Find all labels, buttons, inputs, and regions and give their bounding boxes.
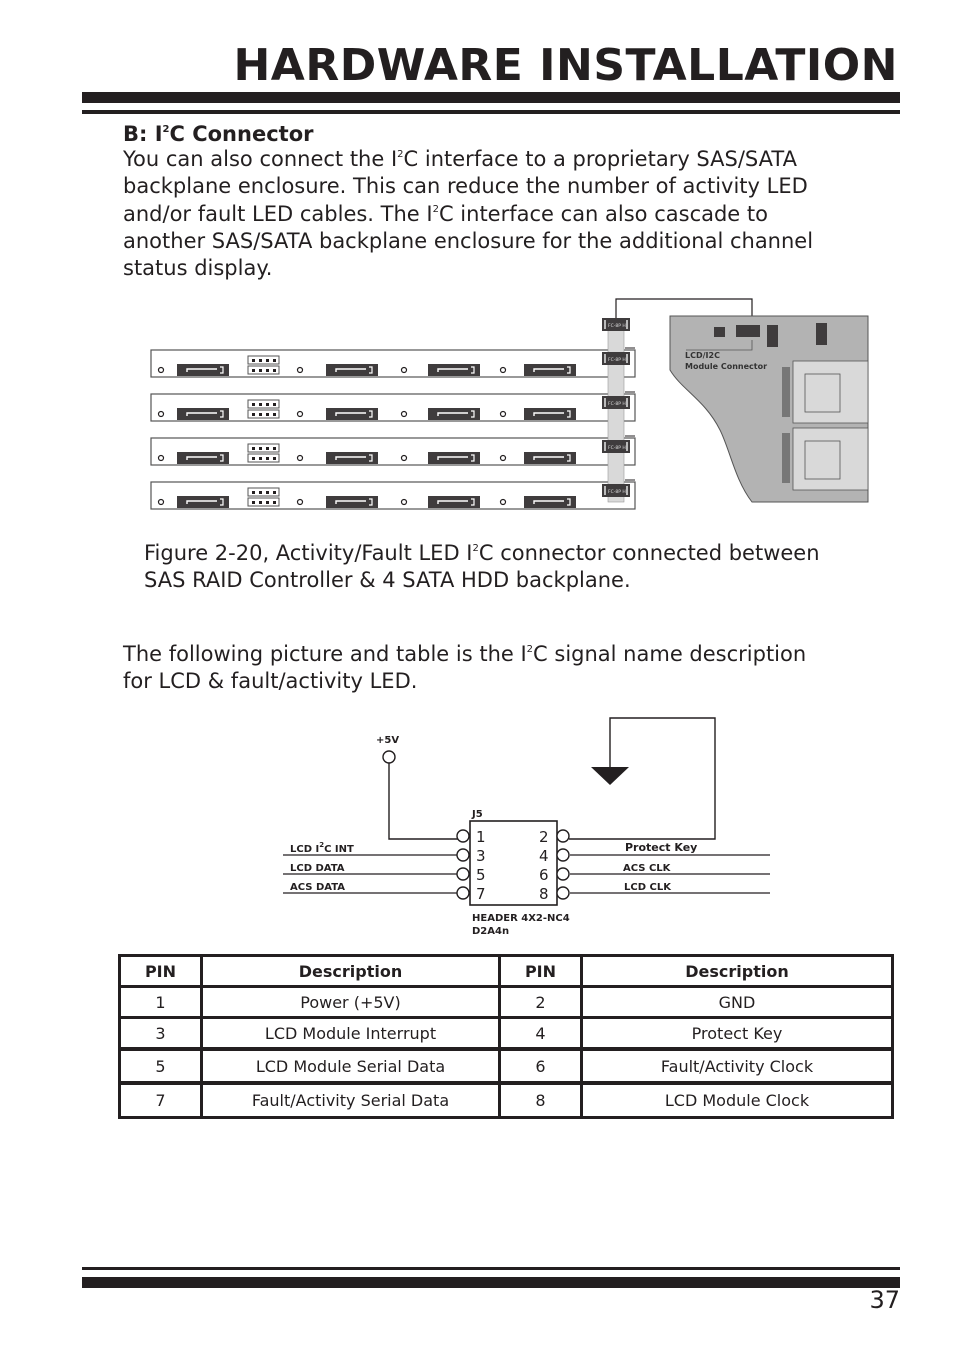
footer-rule-thick (82, 1277, 900, 1288)
signal-lcd-clk: LCD CLK (624, 882, 672, 893)
power-label: +5V (376, 735, 399, 746)
ground-symbol (591, 767, 629, 785)
pin-number-left: 7 (476, 885, 486, 903)
part-code: D2A4n (472, 926, 509, 937)
pin-number-left: 1 (476, 828, 486, 846)
header-pin: PIN (118, 954, 203, 988)
table-row: 1 Power (+5V) 2 GND (118, 985, 894, 1019)
part-name: HEADER 4X2-NC4 (472, 913, 570, 924)
signal-lcd-i2c-int: LCD I2C INT (290, 841, 354, 855)
table-header-row: PIN Description PIN Description (118, 954, 894, 988)
header-description: Description (580, 954, 894, 988)
pin-number-right: 8 (539, 885, 549, 903)
pin-terminal-right (556, 886, 570, 900)
power-wire (388, 763, 463, 840)
header-pin: PIN (498, 954, 583, 988)
pin-terminal-right (556, 848, 570, 862)
pin-terminal-right (556, 829, 570, 843)
footer-rule-thin (82, 1267, 900, 1270)
signal-protect-key: Protect Key (625, 841, 697, 854)
pin-description-table: PIN Description PIN Description 1 Power (… (118, 954, 894, 1119)
signal-acs-clk: ACS CLK (623, 863, 672, 874)
table-row: 3 LCD Module Interrupt 4 Protect Key (118, 1016, 894, 1051)
signal-lcd-data: LCD DATA (290, 863, 345, 874)
pin-terminal-left (456, 886, 470, 900)
j5-schematic: +5V J5 1 2 3 4 5 6 7 8 LCD I2C INT LCD DATA ACS… (283, 717, 770, 937)
pin-terminal-left (456, 867, 470, 881)
table-row: 7 Fault/Activity Serial Data 8 LCD Module … (118, 1081, 894, 1119)
pin-number-right: 2 (539, 828, 549, 846)
ref-designator: J5 (471, 809, 483, 820)
pin-terminal-left (456, 848, 470, 862)
power-terminal (382, 750, 396, 764)
pin-number-right: 4 (539, 847, 549, 865)
page-number: 37 (869, 1286, 900, 1314)
pin-terminal-left (456, 829, 470, 843)
ground-wire (569, 717, 716, 840)
pin-number-right: 6 (539, 866, 549, 884)
signal-acs-data: ACS DATA (290, 882, 345, 893)
pin-terminal-right (556, 867, 570, 881)
table-row: 5 LCD Module Serial Data 6 Fault/Activity … (118, 1047, 894, 1085)
pin-number-left: 5 (476, 866, 486, 884)
pin-number-left: 3 (476, 847, 486, 865)
header-description: Description (200, 954, 501, 988)
